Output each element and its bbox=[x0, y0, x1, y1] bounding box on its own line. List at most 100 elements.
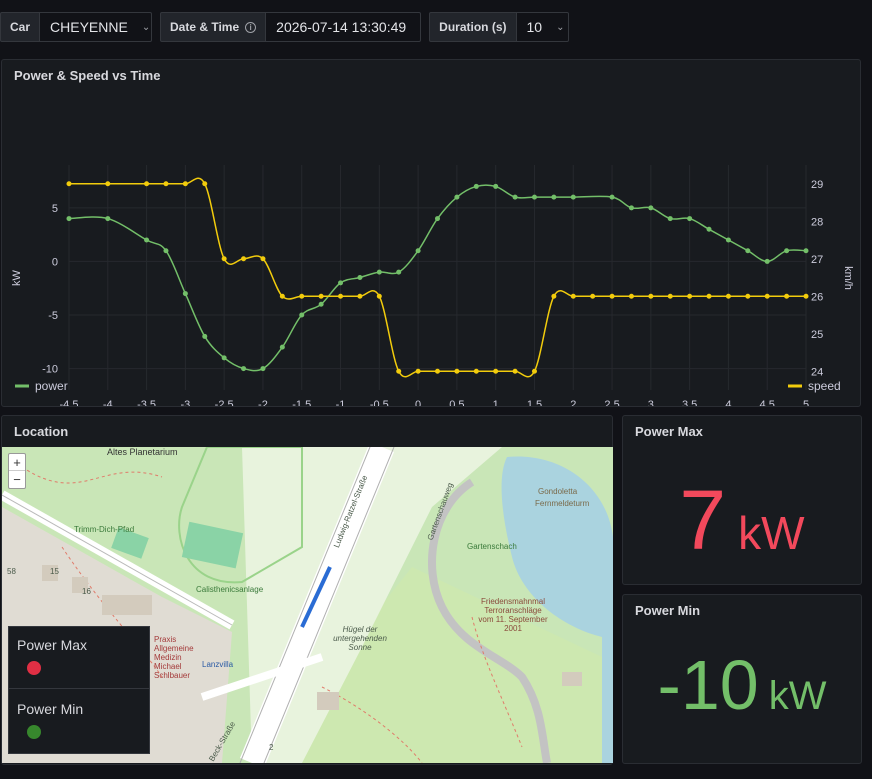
power-max-unit: kW bbox=[738, 507, 805, 559]
power-data-point bbox=[531, 194, 537, 200]
power-max-panel: Power Max 7 kW bbox=[622, 415, 862, 585]
speed-data-point bbox=[163, 181, 169, 187]
map-legend: Power Max Power Min bbox=[8, 626, 150, 754]
car-value: CHEYENNE bbox=[50, 19, 128, 35]
power-data-point bbox=[66, 216, 72, 222]
power-data-point bbox=[396, 269, 402, 275]
map-label: 2 bbox=[269, 743, 274, 752]
speed-data-point bbox=[512, 368, 518, 374]
speed-data-point bbox=[338, 293, 344, 299]
map-label: Calisthenicsanlage bbox=[196, 585, 264, 594]
power-data-point bbox=[299, 312, 305, 318]
car-select[interactable]: CHEYENNE ⌄ bbox=[40, 12, 153, 42]
power-data-point bbox=[415, 248, 421, 254]
map-label: Praxis Allgemeine Medizin Michael Schlba… bbox=[154, 635, 194, 680]
map-label: Friedensmahnmal Terroranschläge vom 11. … bbox=[478, 597, 548, 633]
x-tick-label: 0 bbox=[415, 399, 421, 406]
power-data-point bbox=[163, 248, 169, 254]
x-tick-label: 3 bbox=[648, 399, 654, 406]
x-tick-label: 2 bbox=[570, 399, 576, 406]
speed-data-point bbox=[241, 256, 247, 262]
x-tick-label: 1.5 bbox=[527, 399, 542, 406]
map-label: Hügel der untergehenden Sonne bbox=[333, 625, 387, 652]
speed-data-point bbox=[628, 293, 634, 299]
variable-bar: Car CHEYENNE ⌄ Date & Time i 2026-07-14 … bbox=[0, 12, 569, 42]
duration-variable: Duration (s) 10 ⌄ bbox=[429, 12, 569, 42]
y-right-axis-label: km/h bbox=[842, 266, 854, 290]
datetime-value: 2026-07-14 13:30:49 bbox=[276, 19, 407, 35]
power-max-value: 7 bbox=[679, 473, 727, 567]
speed-data-point bbox=[376, 293, 382, 299]
zoom-control: + − bbox=[8, 453, 26, 489]
y-left-tick-label: 5 bbox=[52, 203, 58, 215]
power-speed-panel: Power & Speed vs Time -4.5 -4 -3.5 -3 -2.5 -2… bbox=[1, 59, 861, 407]
chevron-down-icon: ⌄ bbox=[556, 21, 565, 33]
legend-item-power-min: Power Min bbox=[9, 691, 149, 753]
power-data-point bbox=[512, 194, 518, 200]
y-right-tick-label: 28 bbox=[811, 216, 823, 228]
y-left-tick-label: 0 bbox=[52, 256, 58, 268]
x-tick-label: 3.5 bbox=[682, 399, 697, 406]
x-tick-label: 4.5 bbox=[760, 399, 775, 406]
power-data-point bbox=[202, 333, 208, 339]
power-data-point bbox=[551, 194, 557, 200]
datetime-input[interactable]: 2026-07-14 13:30:49 bbox=[266, 12, 422, 42]
power-data-point bbox=[338, 280, 344, 286]
y-right-tick-label: 26 bbox=[811, 291, 823, 303]
car-label: Car bbox=[0, 12, 41, 42]
zoom-out-button[interactable]: − bbox=[9, 471, 25, 488]
speed-data-point bbox=[590, 293, 596, 299]
x-tick-label: -2.5 bbox=[215, 399, 234, 406]
duration-select[interactable]: 10 ⌄ bbox=[516, 12, 569, 42]
y-left-tick-label: -5 bbox=[48, 310, 58, 322]
map-label: Gondoletta bbox=[538, 487, 578, 496]
power-min-value: -10 bbox=[657, 646, 759, 724]
speed-data-point bbox=[202, 181, 208, 187]
x-tick-label: 4 bbox=[725, 399, 731, 406]
power-data-point bbox=[803, 248, 809, 254]
x-tick-label: 1 bbox=[493, 399, 499, 406]
x-tick-label: -4 bbox=[103, 399, 113, 406]
panel-title: Location bbox=[14, 424, 69, 439]
speed-data-point bbox=[493, 368, 499, 374]
map-building bbox=[317, 692, 339, 710]
power-min-panel: Power Min -10 kW bbox=[622, 594, 862, 764]
x-tick-label: -3 bbox=[180, 399, 190, 406]
speed-data-point bbox=[745, 293, 751, 299]
power-data-point bbox=[144, 237, 150, 243]
x-tick-label: 5 bbox=[803, 399, 809, 406]
power-data-point bbox=[745, 248, 751, 254]
legend-label-power: power bbox=[35, 379, 68, 393]
x-tick-label: -1.5 bbox=[292, 399, 311, 406]
zoom-in-button[interactable]: + bbox=[9, 454, 25, 471]
info-icon[interactable]: i bbox=[245, 21, 257, 33]
map-label: Altes Planetarium bbox=[107, 447, 178, 457]
power-data-point bbox=[648, 205, 654, 211]
x-tick-label: -3.5 bbox=[137, 399, 156, 406]
map-label: Lanzvilla bbox=[202, 660, 234, 669]
speed-data-point bbox=[279, 293, 285, 299]
legend-label: Power Min bbox=[17, 701, 84, 717]
map-label: Gartenschach bbox=[467, 542, 517, 551]
speed-data-point bbox=[415, 368, 421, 374]
speed-data-point bbox=[105, 181, 111, 187]
speed-data-point bbox=[687, 293, 693, 299]
map-label: 15 bbox=[50, 567, 59, 576]
power-data-point bbox=[454, 194, 460, 200]
speed-data-point bbox=[531, 368, 537, 374]
x-tick-label: -4.5 bbox=[60, 399, 79, 406]
datetime-label: Date & Time i bbox=[160, 12, 267, 42]
panel-title: Power Min bbox=[635, 603, 701, 618]
speed-data-point bbox=[725, 293, 731, 299]
power-data-point bbox=[784, 248, 790, 254]
map-label: 16 bbox=[82, 587, 91, 596]
speed-data-point bbox=[648, 293, 654, 299]
map-label: 58 bbox=[7, 567, 16, 576]
power-data-point bbox=[628, 205, 634, 211]
map-building bbox=[562, 672, 582, 686]
power-data-point bbox=[667, 216, 673, 222]
x-tick-label: -2 bbox=[258, 399, 268, 406]
power-data-point bbox=[764, 258, 770, 264]
power-data-point bbox=[318, 301, 324, 307]
datetime-label-text: Date & Time bbox=[170, 20, 240, 34]
